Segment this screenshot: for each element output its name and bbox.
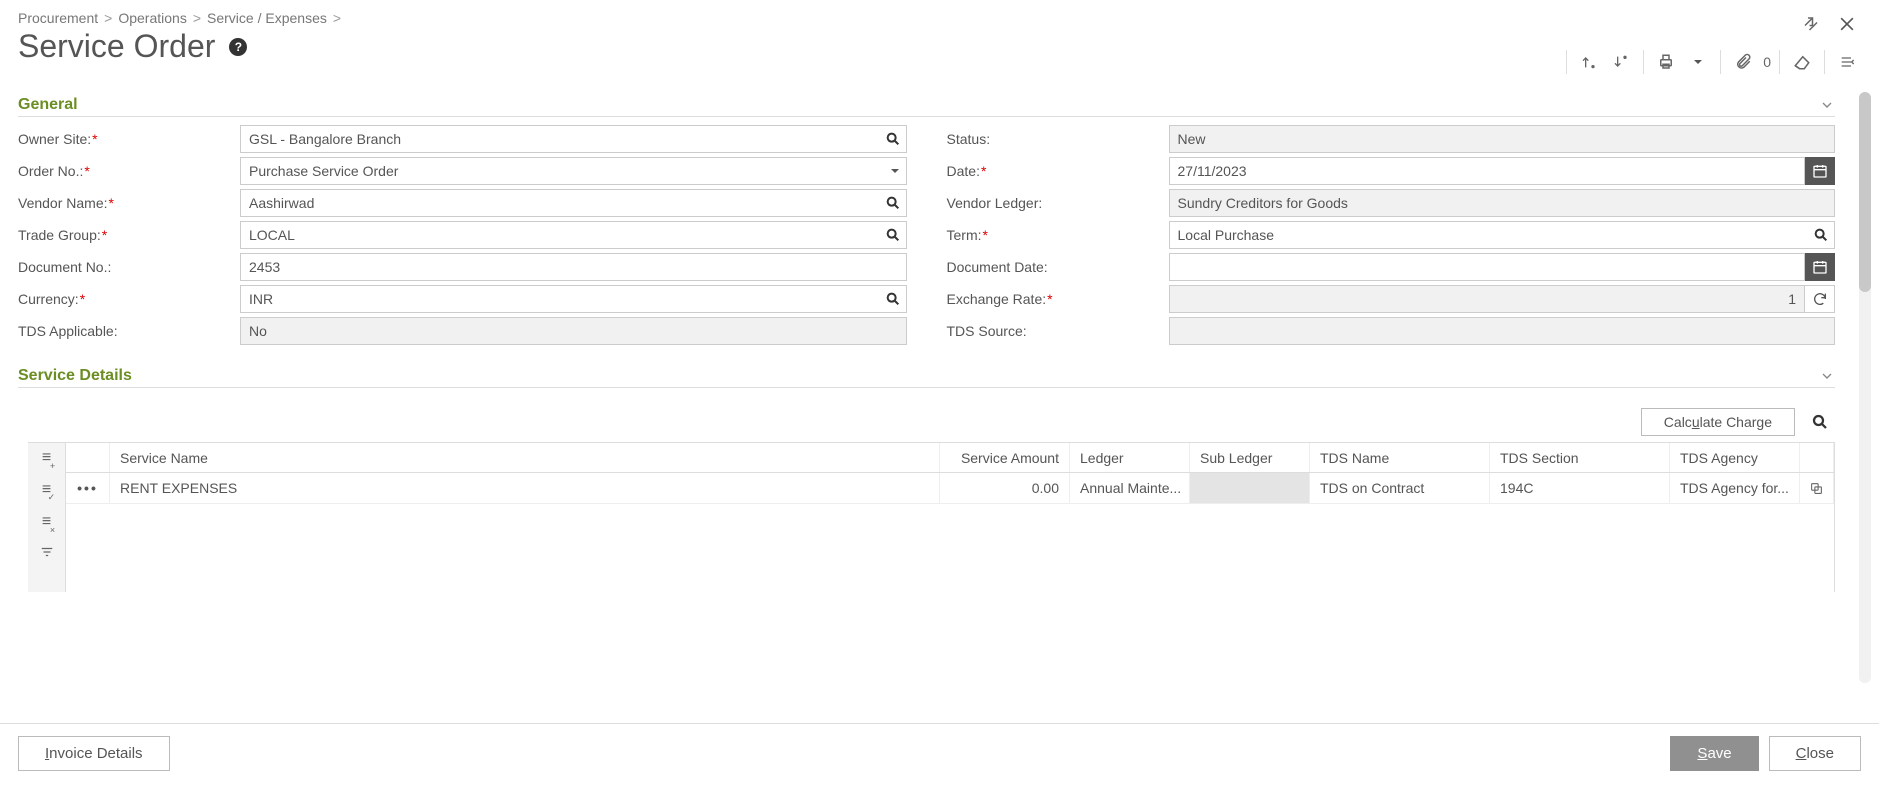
col-service-name[interactable]: Service Name bbox=[110, 443, 940, 472]
label-vendor-name: Vendor Name:* bbox=[18, 195, 240, 211]
toolbar-separator bbox=[1720, 50, 1721, 74]
toolbar-separator bbox=[1824, 50, 1825, 74]
col-sub-ledger[interactable]: Sub Ledger bbox=[1190, 443, 1310, 472]
label-order-no: Order No.:* bbox=[18, 163, 240, 179]
col-tds-name[interactable]: TDS Name bbox=[1310, 443, 1490, 472]
label-date: Date:* bbox=[947, 163, 1169, 179]
col-menu bbox=[66, 443, 110, 472]
col-ledger[interactable]: Ledger bbox=[1070, 443, 1190, 472]
label-exchange-rate: Exchange Rate:* bbox=[947, 291, 1169, 307]
sort-asc-icon[interactable] bbox=[1575, 48, 1603, 76]
scrollbar-thumb[interactable] bbox=[1859, 92, 1871, 292]
expand-icon[interactable] bbox=[1797, 10, 1825, 38]
search-icon[interactable] bbox=[1805, 413, 1835, 431]
label-document-no: Document No.: bbox=[18, 259, 240, 275]
cell-sub-ledger[interactable] bbox=[1190, 473, 1310, 503]
toolbar-separator bbox=[1566, 50, 1567, 74]
label-tds-applicable: TDS Applicable: bbox=[18, 323, 240, 339]
label-currency: Currency:* bbox=[18, 291, 240, 307]
exchange-rate-field: 1 bbox=[1169, 285, 1806, 313]
cell-service-name[interactable]: RENT EXPENSES bbox=[110, 473, 940, 503]
col-tds-agency[interactable]: TDS Agency bbox=[1670, 443, 1800, 472]
owner-site-field[interactable]: GSL - Bangalore Branch bbox=[240, 125, 907, 153]
trade-group-field[interactable]: LOCAL bbox=[240, 221, 907, 249]
col-tds-section[interactable]: TDS Section bbox=[1490, 443, 1670, 472]
col-action bbox=[1800, 443, 1834, 472]
vendor-ledger-field: Sundry Creditors for Goods bbox=[1169, 189, 1836, 217]
help-icon[interactable]: ? bbox=[229, 38, 247, 56]
breadcrumb-sep: > bbox=[104, 10, 112, 26]
label-status: Status: bbox=[947, 131, 1169, 147]
document-date-field[interactable] bbox=[1169, 253, 1806, 281]
attachment-count: 0 bbox=[1763, 54, 1771, 70]
eraser-icon[interactable] bbox=[1788, 48, 1816, 76]
term-field[interactable]: Local Purchase bbox=[1169, 221, 1836, 249]
scrollbar[interactable] bbox=[1859, 92, 1871, 683]
invoice-details-button[interactable]: Invoice Details bbox=[18, 736, 170, 771]
col-service-amount[interactable]: Service Amount bbox=[940, 443, 1070, 472]
cell-service-amount[interactable]: 0.00 bbox=[940, 473, 1070, 503]
order-no-field[interactable]: Purchase Service Order bbox=[240, 157, 907, 185]
chevron-down-icon[interactable] bbox=[1819, 97, 1835, 113]
collapse-panel-icon[interactable] bbox=[1833, 48, 1861, 76]
breadcrumb-procurement[interactable]: Procurement bbox=[18, 10, 98, 26]
label-tds-source: TDS Source: bbox=[947, 323, 1169, 339]
close-icon[interactable] bbox=[1833, 10, 1861, 38]
add-row-icon[interactable]: ≡+ bbox=[42, 449, 51, 467]
calculate-charge-button[interactable]: Calculate Charge bbox=[1641, 408, 1795, 436]
cell-tds-section[interactable]: 194C bbox=[1490, 473, 1670, 503]
search-icon[interactable] bbox=[1813, 227, 1829, 243]
row-menu-icon[interactable]: ••• bbox=[66, 473, 110, 503]
currency-field[interactable]: INR bbox=[240, 285, 907, 313]
label-vendor-ledger: Vendor Ledger: bbox=[947, 195, 1169, 211]
cell-tds-name[interactable]: TDS on Contract bbox=[1310, 473, 1490, 503]
save-button[interactable]: Save bbox=[1670, 736, 1758, 771]
document-no-field[interactable]: 2453 bbox=[240, 253, 907, 281]
search-icon[interactable] bbox=[885, 291, 901, 307]
label-owner-site: Owner Site:* bbox=[18, 131, 240, 147]
table-row[interactable]: ••• RENT EXPENSES 0.00 Annual Mainte... … bbox=[66, 473, 1834, 504]
delete-row-icon[interactable]: ≡× bbox=[42, 513, 51, 531]
row-view-icon[interactable] bbox=[1800, 473, 1834, 503]
chevron-down-icon[interactable] bbox=[1819, 368, 1835, 384]
breadcrumb-operations[interactable]: Operations bbox=[118, 10, 186, 26]
calendar-icon[interactable] bbox=[1805, 253, 1835, 281]
toolbar-separator bbox=[1779, 50, 1780, 74]
sort-desc-icon[interactable] bbox=[1607, 48, 1635, 76]
vendor-name-field[interactable]: Aashirwad bbox=[240, 189, 907, 217]
filter-icon[interactable] bbox=[39, 545, 55, 559]
search-icon[interactable] bbox=[885, 227, 901, 243]
page-title: Service Order bbox=[18, 28, 215, 65]
refresh-icon[interactable] bbox=[1805, 285, 1835, 313]
toolbar-separator bbox=[1643, 50, 1644, 74]
section-service-details-title: Service Details bbox=[18, 367, 132, 385]
tds-source-field bbox=[1169, 317, 1836, 345]
cell-tds-agency[interactable]: TDS Agency for... bbox=[1670, 473, 1800, 503]
label-trade-group: Trade Group:* bbox=[18, 227, 240, 243]
service-grid: ≡+ ≡✓ ≡× Service Name Service Amount Led… bbox=[28, 442, 1835, 592]
search-icon[interactable] bbox=[885, 131, 901, 147]
breadcrumb-sep: > bbox=[193, 10, 201, 26]
dropdown-icon[interactable] bbox=[889, 165, 901, 177]
label-term: Term:* bbox=[947, 227, 1169, 243]
section-service-details-header: Service Details bbox=[18, 363, 1835, 388]
breadcrumb: Procurement > Operations > Service / Exp… bbox=[18, 10, 1861, 26]
section-general-header: General bbox=[18, 92, 1835, 117]
print-icon[interactable] bbox=[1652, 48, 1680, 76]
cell-ledger[interactable]: Annual Mainte... bbox=[1070, 473, 1190, 503]
check-rows-icon[interactable]: ≡✓ bbox=[42, 481, 51, 499]
section-general-title: General bbox=[18, 96, 78, 114]
tds-applicable-field: No bbox=[240, 317, 907, 345]
label-document-date: Document Date: bbox=[947, 259, 1169, 275]
print-dropdown-icon[interactable] bbox=[1684, 48, 1712, 76]
breadcrumb-service-expenses[interactable]: Service / Expenses bbox=[207, 10, 327, 26]
date-field[interactable]: 27/11/2023 bbox=[1169, 157, 1806, 185]
attachment-icon[interactable] bbox=[1729, 48, 1757, 76]
status-field: New bbox=[1169, 125, 1836, 153]
close-button[interactable]: Close bbox=[1769, 736, 1861, 771]
calendar-icon[interactable] bbox=[1805, 157, 1835, 185]
search-icon[interactable] bbox=[885, 195, 901, 211]
breadcrumb-sep: > bbox=[333, 10, 341, 26]
